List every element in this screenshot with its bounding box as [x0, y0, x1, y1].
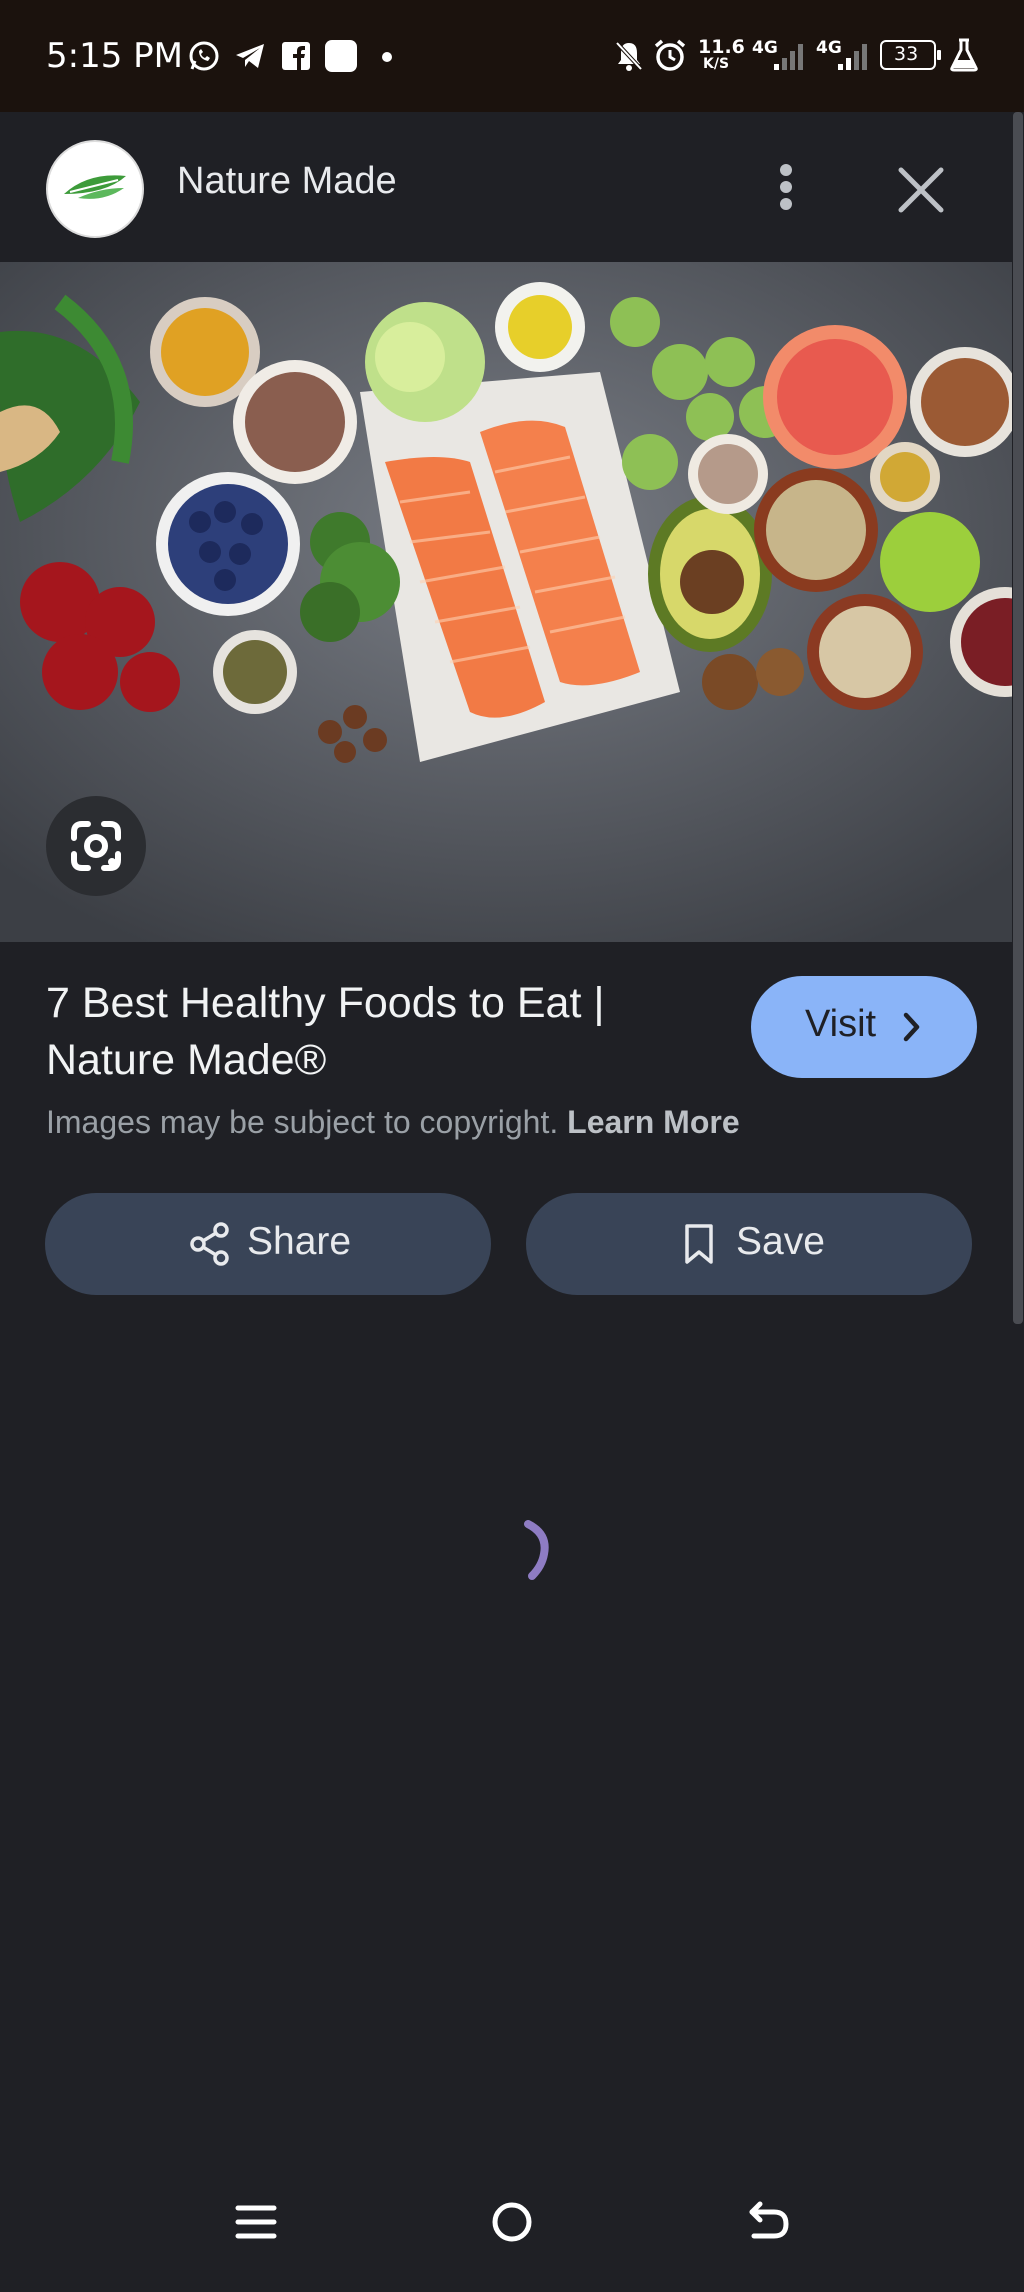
save-button-label: Save [736, 1220, 825, 1263]
more-options-icon[interactable] [766, 162, 806, 212]
bookmark-icon [685, 1224, 713, 1264]
signal-strength-1-icon [774, 44, 803, 70]
telegram-icon [236, 44, 264, 68]
chevron-right-icon [903, 1012, 920, 1042]
copyright-text: Images may be subject to copyright. [46, 1104, 559, 1140]
alarm-icon [654, 39, 686, 71]
leaf-logo-icon [64, 175, 126, 199]
close-icon[interactable] [895, 164, 947, 216]
home-icon[interactable] [488, 2198, 536, 2246]
share-button[interactable]: Share [45, 1193, 491, 1295]
more-notifications-dot [382, 52, 392, 62]
battery-level: 33 [894, 43, 919, 65]
lens-icon [71, 821, 121, 871]
beaker-icon [950, 38, 978, 72]
google-lens-button[interactable] [46, 796, 146, 896]
result-image[interactable] [0, 262, 1012, 942]
healthy-foods-image [0, 262, 1012, 942]
net-speed-value: 11.6 [698, 36, 745, 58]
site-logo[interactable] [46, 140, 144, 238]
share-button-label: Share [247, 1220, 352, 1263]
signal-strength-2-icon [838, 44, 867, 70]
result-title[interactable]: 7 Best Healthy Foods to Eat | Nature Mad… [46, 975, 686, 1089]
visit-button[interactable]: Visit [751, 976, 977, 1078]
learn-more-link[interactable]: Learn More [567, 1104, 739, 1140]
recent-apps-icon[interactable] [232, 2198, 280, 2246]
back-icon[interactable] [744, 2198, 792, 2246]
site-name[interactable]: Nature Made [177, 160, 397, 203]
scrollbar-thumb[interactable] [1013, 112, 1023, 1324]
status-bar: 5:15 PM 11.6 K/S 4G 4G 33 [0, 0, 1024, 112]
system-navigation-bar [0, 2168, 1024, 2292]
status-time: 5:15 PM [46, 36, 183, 76]
net-speed-unit: K/S [703, 56, 730, 72]
loading-spinner-icon [524, 1520, 549, 1580]
whatsapp-icon [189, 41, 219, 71]
visit-button-label: Visit [805, 1003, 877, 1045]
copyright-notice: Images may be subject to copyright. Lear… [46, 1104, 740, 1141]
share-icon [190, 1222, 229, 1266]
app-notification-icon [325, 40, 357, 72]
result-header: Nature Made [0, 112, 1012, 260]
battery-icon: 33 [880, 40, 941, 70]
facebook-icon [282, 42, 310, 70]
save-button[interactable]: Save [526, 1193, 972, 1295]
notifications-muted-icon [615, 41, 643, 71]
